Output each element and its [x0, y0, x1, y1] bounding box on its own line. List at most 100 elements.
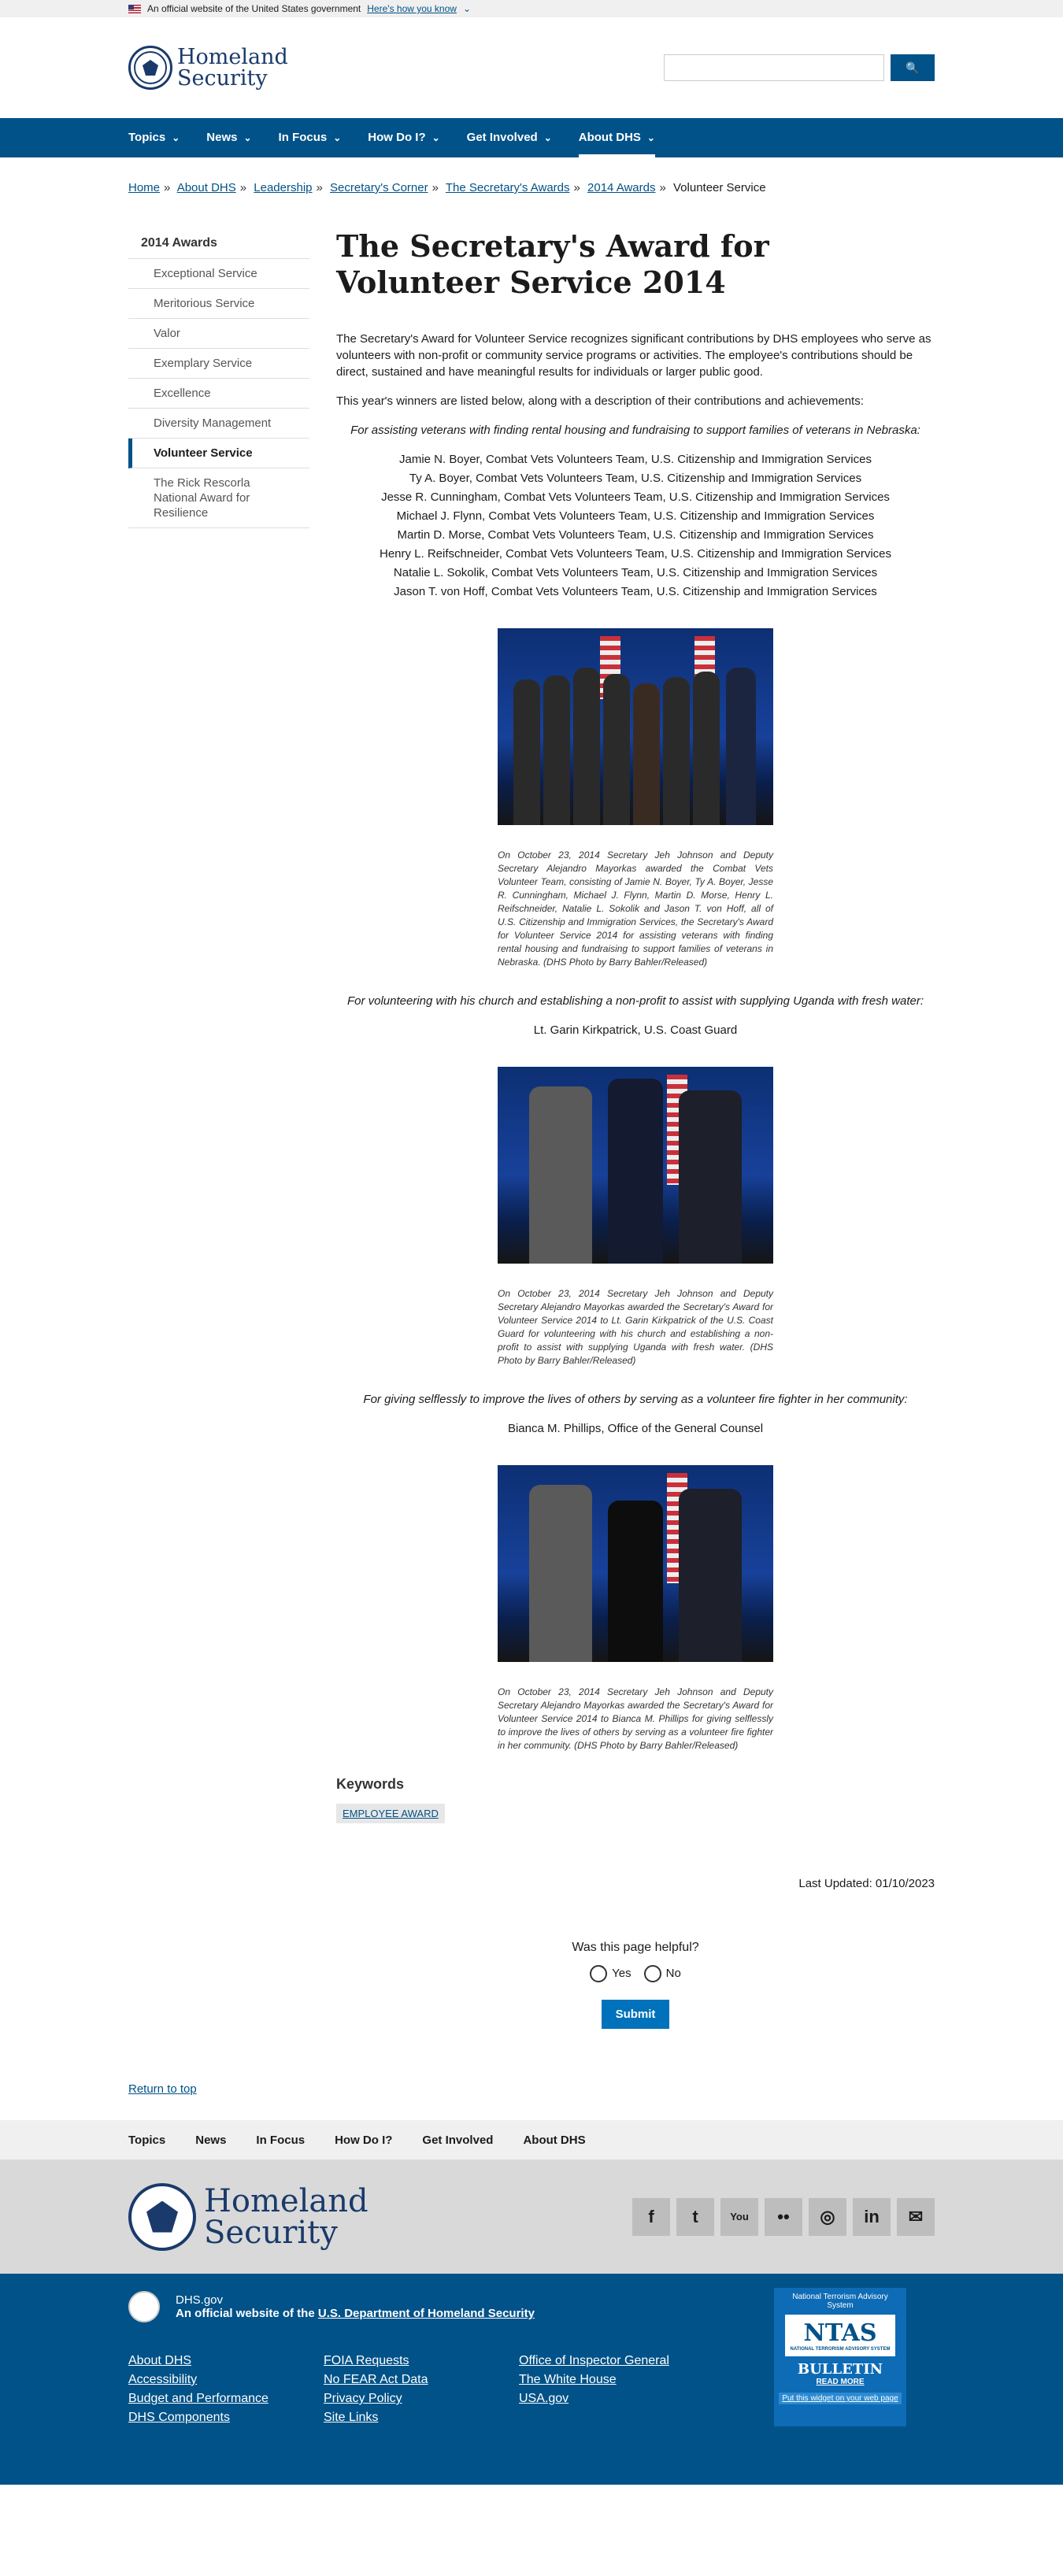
- intro-paragraph: The Secretary's Award for Volunteer Serv…: [336, 332, 932, 379]
- ntas-widget-link[interactable]: Put this widget on your web page: [779, 2393, 902, 2405]
- nav-how-do-i[interactable]: How Do I? ⌄: [368, 118, 439, 157]
- footer-link-about-dhs[interactable]: About DHS: [128, 2354, 324, 2368]
- sidenav-item-diversity-management[interactable]: Diversity Management: [128, 409, 309, 439]
- heres-how-you-know-link[interactable]: Here's how you know: [367, 0, 457, 17]
- nav-label: About DHS: [578, 131, 641, 144]
- person-figure: [633, 683, 660, 825]
- breadcrumb-separator: »: [164, 181, 171, 194]
- intro-paragraph-2: This year's winners are listed below, al…: [336, 394, 864, 408]
- return-to-top-bar: Return to top: [0, 2082, 1063, 2120]
- flickr-icon[interactable]: ••: [765, 2197, 802, 2236]
- footer-official-text: An official website of the: [176, 2307, 315, 2321]
- logo-line2: Security: [177, 66, 268, 91]
- no-label: No: [665, 1967, 681, 1980]
- person-figure: [663, 677, 690, 825]
- return-to-top-link[interactable]: Return to top: [128, 2082, 197, 2096]
- email-icon[interactable]: ✉: [897, 2197, 935, 2236]
- footer-nav-about-dhs[interactable]: About DHS: [523, 2134, 585, 2147]
- ntas-widget[interactable]: National Terrorism Advisory System NTAS …: [774, 2288, 906, 2427]
- footer-dhs-link[interactable]: U.S. Department of Homeland Security: [318, 2307, 535, 2320]
- sidenav-item-exemplary-service[interactable]: Exemplary Service: [128, 349, 309, 379]
- sidenav-item-valor[interactable]: Valor: [128, 319, 309, 349]
- footer-link-usa-gov[interactable]: USA.gov: [519, 2392, 714, 2406]
- footer-link-oig[interactable]: Office of Inspector General: [519, 2354, 714, 2368]
- footer-nav-get-involved[interactable]: Get Involved: [422, 2134, 493, 2147]
- facebook-icon[interactable]: f: [632, 2197, 670, 2236]
- nav-get-involved[interactable]: Get Involved ⌄: [467, 118, 552, 157]
- sidenav-item-excellence[interactable]: Excellence: [128, 379, 309, 409]
- youtube-icon[interactable]: You: [720, 2197, 758, 2236]
- nav-news[interactable]: News ⌄: [206, 118, 251, 157]
- side-nav: 2014 Awards Exceptional Service Meritori…: [128, 228, 309, 2029]
- no-radio[interactable]: [643, 1965, 661, 1983]
- article: The Secretary's Award for Volunteer Serv…: [336, 228, 935, 2030]
- sidenav-item-volunteer-service[interactable]: Volunteer Service: [128, 439, 309, 468]
- sidenav-item-exceptional-service[interactable]: Exceptional Service: [128, 259, 309, 289]
- nav-topics[interactable]: Topics ⌄: [128, 118, 180, 157]
- winner-name: Jason T. von Hoff, Combat Vets Volunteer…: [394, 585, 877, 598]
- footer-link-white-house[interactable]: The White House: [519, 2373, 714, 2387]
- search-button[interactable]: 🔍: [891, 54, 935, 81]
- nav-label: News: [206, 131, 238, 144]
- chevron-down-icon: ⌄: [333, 132, 342, 143]
- person-figure: [603, 674, 630, 825]
- nav-label: Topics: [128, 131, 166, 144]
- photo-caption: On October 23, 2014 Secretary Jeh Johnso…: [498, 849, 773, 968]
- nav-in-focus[interactable]: In Focus ⌄: [279, 118, 342, 157]
- footer-link-site-links[interactable]: Site Links: [324, 2411, 519, 2425]
- footer-link-accessibility[interactable]: Accessibility: [128, 2373, 324, 2387]
- winner-name: Lt. Garin Kirkpatrick, U.S. Coast Guard: [533, 1023, 738, 1037]
- chevron-down-icon: ⌄: [431, 132, 440, 143]
- person-figure: [679, 1090, 742, 1264]
- footer-nav-in-focus[interactable]: In Focus: [256, 2134, 305, 2147]
- nav-about-dhs[interactable]: About DHS ⌄: [578, 118, 656, 157]
- ntas-read-more[interactable]: READ MORE: [779, 2378, 902, 2386]
- footer-link-foia[interactable]: FOIA Requests: [324, 2354, 519, 2368]
- ntas-logo-subtitle: NATIONAL TERRORISM ADVISORY SYSTEM: [790, 2347, 891, 2352]
- person-figure: [679, 1489, 742, 1662]
- feedback-no-option[interactable]: No: [643, 1965, 681, 1983]
- feedback-yes-option[interactable]: Yes: [590, 1965, 632, 1983]
- search-input[interactable]: [664, 54, 884, 81]
- photo-caption: On October 23, 2014 Secretary Jeh Johnso…: [498, 1686, 773, 1751]
- footer-link-privacy[interactable]: Privacy Policy: [324, 2392, 519, 2406]
- keywords-section: Keywords EMPLOYEE AWARD: [336, 1776, 935, 1823]
- feedback-form: Was this page helpful? Yes No Submit: [336, 1939, 935, 2030]
- award-photo: [498, 1465, 773, 1662]
- award-photo: [498, 628, 773, 825]
- instagram-icon[interactable]: ◎: [809, 2197, 846, 2236]
- footer-logo-bar: Homeland Security f t You •• ◎ in ✉: [0, 2160, 1063, 2274]
- yes-radio[interactable]: [590, 1965, 608, 1983]
- dhs-seal-icon: [128, 46, 172, 90]
- footer-nav-topics[interactable]: Topics: [128, 2134, 165, 2147]
- search-icon: 🔍: [906, 61, 920, 74]
- sidenav-item-meritorious-service[interactable]: Meritorious Service: [128, 289, 309, 319]
- breadcrumb-home[interactable]: Home: [128, 181, 160, 194]
- linkedin-icon[interactable]: in: [853, 2197, 891, 2236]
- footer-link-dhs-components[interactable]: DHS Components: [128, 2411, 324, 2425]
- person-figure: [608, 1079, 663, 1264]
- twitter-icon[interactable]: t: [676, 2197, 714, 2236]
- footer-nav-news[interactable]: News: [195, 2134, 226, 2147]
- footer-dhs-logo[interactable]: Homeland Security: [128, 2182, 369, 2251]
- keyword-tag[interactable]: EMPLOYEE AWARD: [336, 1804, 445, 1823]
- breadcrumb-secretarys-awards[interactable]: The Secretary's Awards: [446, 181, 570, 194]
- breadcrumb-separator: »: [239, 181, 247, 194]
- sidenav-item-rick-rescorla[interactable]: The Rick Rescorla National Award for Res…: [128, 468, 309, 528]
- sidenav-heading[interactable]: 2014 Awards: [128, 228, 309, 259]
- dhs-logo[interactable]: Homeland Security: [128, 46, 288, 90]
- breadcrumb-leadership[interactable]: Leadership: [254, 181, 312, 194]
- winner-list: Lt. Garin Kirkpatrick, U.S. Coast Guard: [336, 1022, 935, 1038]
- chevron-down-icon: ⌄: [646, 132, 655, 143]
- logo-line1: Homeland: [177, 45, 288, 69]
- submit-button[interactable]: Submit: [601, 2000, 670, 2030]
- footer-link-no-fear[interactable]: No FEAR Act Data: [324, 2373, 519, 2387]
- breadcrumb-about-dhs[interactable]: About DHS: [177, 181, 236, 194]
- award-heading: For giving selflessly to improve the liv…: [363, 1393, 908, 1406]
- footer-nav-how-do-i[interactable]: How Do I?: [335, 2134, 392, 2147]
- nav-label: Get Involved: [466, 131, 538, 144]
- footer-link-budget[interactable]: Budget and Performance: [128, 2392, 324, 2406]
- person-figure: [529, 1086, 592, 1264]
- breadcrumb-2014-awards[interactable]: 2014 Awards: [587, 181, 655, 194]
- breadcrumb-secretarys-corner[interactable]: Secretary's Corner: [330, 181, 428, 194]
